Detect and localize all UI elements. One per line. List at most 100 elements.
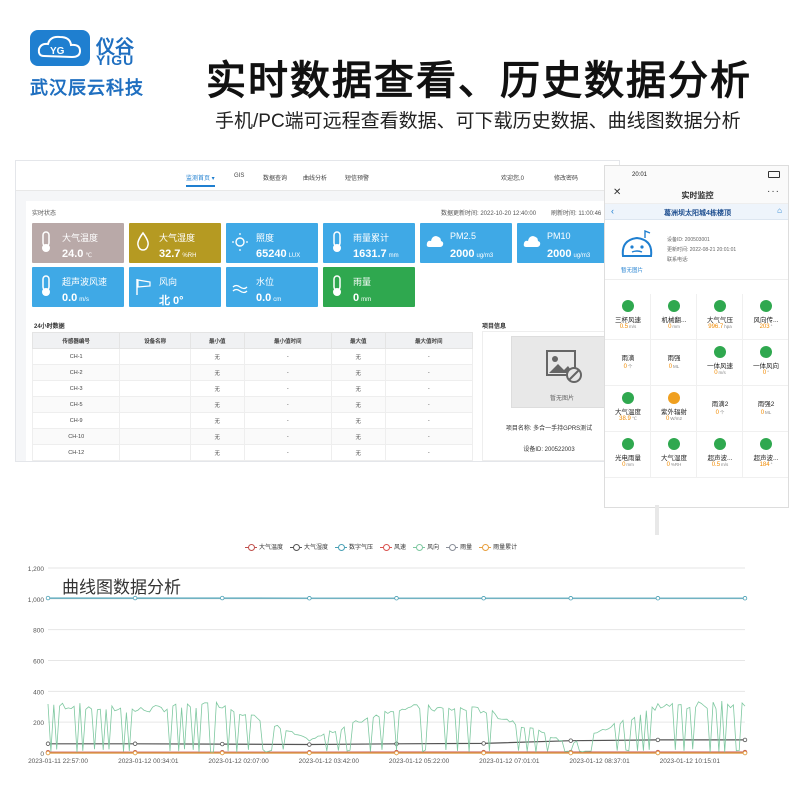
sensor-cell[interactable]: 紫外辐射 0W/m2 [651, 386, 697, 432]
series-point [394, 750, 399, 756]
cell-value: 203° [759, 324, 773, 330]
series-point [481, 596, 486, 601]
cell-name: 超声波... [753, 455, 779, 462]
sensor-tile[interactable]: 雨量 0 mm [323, 267, 415, 307]
sensor-cell[interactable]: 大气气压 996.7hpa [697, 294, 743, 340]
cell-value: 996.7hpa [708, 324, 732, 330]
phone-no-image: 暂无图片 [621, 268, 644, 274]
legend-item[interactable]: 大气湿度 [290, 542, 328, 552]
no-image-face-icon [621, 230, 653, 257]
sensor-cell[interactable]: 光电雨量 0mm [605, 432, 651, 478]
legend-item[interactable]: 雨量 [446, 542, 473, 552]
series-point [45, 750, 51, 756]
table-cell: 无 [330, 380, 386, 397]
cell-value: 0mm [668, 324, 680, 330]
nav-item-sms-alert[interactable]: 短信预警 [345, 173, 369, 182]
y-tick-label: 0 [40, 751, 44, 758]
cell-value: 0%RH [666, 462, 682, 468]
legend-item[interactable]: 数字气压 [335, 542, 373, 552]
table-cell: CH-10 [31, 428, 121, 445]
tile-value: 0.0 m/s [62, 292, 89, 304]
sensor-cell[interactable]: 三杯风速 0.5m/s [605, 294, 651, 340]
table-cell [119, 364, 191, 381]
company-name: 武汉辰云科技 [30, 78, 144, 98]
table-cell [119, 444, 191, 461]
sensor-tile[interactable]: 雨量累计 1631.7 mm [323, 223, 415, 263]
sensor-tile[interactable]: 大气温度 24.0 ℃ [32, 223, 124, 263]
sensor-tile[interactable]: 大气湿度 32.7 %RH [129, 223, 221, 263]
sensor-cell[interactable]: 雨强 0ML [651, 340, 697, 386]
tile-value: 北 0° [159, 295, 184, 307]
tile-value: 65240 LUX [256, 248, 301, 260]
series-point [655, 737, 661, 743]
sensor-icon [714, 346, 726, 358]
table-cell: CH-1 [31, 348, 121, 365]
sensor-tile[interactable]: 水位 0.0 cm [226, 267, 318, 307]
legend-item[interactable]: 风向 [413, 542, 439, 552]
phone-contact: 联系电话: [667, 257, 689, 263]
sensor-icon [668, 438, 680, 450]
sensor-tile[interactable]: 照度 65240 LUX [226, 223, 318, 263]
table-cell [119, 380, 191, 397]
legend-item[interactable]: 雨量累计 [479, 542, 518, 552]
y-tick-label: 400 [33, 689, 44, 696]
cell-name: 雨滴 [621, 355, 635, 362]
table-cell: - [384, 396, 474, 413]
table-cell: - [384, 412, 474, 429]
cell-value: 0ML [668, 364, 680, 370]
site-name: 葛洲坝太阳城4栋楼顶 [664, 210, 731, 217]
sensor-cell[interactable]: 机械翻... 0mm [651, 294, 697, 340]
tile-name: PM2.5 [450, 231, 477, 241]
sensor-tile[interactable]: 超声波风速 0.0 m/s [32, 267, 124, 307]
legend-label: 雨量 [460, 545, 473, 551]
sensor-cell[interactable]: 大气湿度 0%RH [651, 432, 697, 478]
table-cell: - [243, 412, 332, 429]
thermometer-icon [329, 231, 345, 253]
nav-item-curve-analysis[interactable]: 曲线分析 [303, 173, 327, 182]
nav-item-gis[interactable]: GIS [234, 173, 244, 179]
device-id: 设备ID: 200522003 [523, 447, 575, 453]
sensor-cell[interactable]: 风向传... 203° [743, 294, 788, 340]
table-row: CH-2 无 - 无 - [31, 364, 474, 381]
change-password-link[interactable]: 修改密码 [554, 173, 578, 182]
series-point [307, 596, 312, 601]
phone-title: 实时监控 [681, 191, 714, 200]
welcome-user[interactable]: 欢迎您,0 [501, 173, 524, 182]
cell-value: 0.5m/s [619, 324, 637, 330]
windsock-icon [135, 275, 151, 297]
sensor-cell[interactable]: 一体风向 0° [743, 340, 788, 386]
legend-item[interactable]: 风速 [380, 542, 406, 552]
sensor-tile[interactable]: 风向北 0° [129, 267, 221, 307]
phone-status-bar: 20:01 [605, 166, 788, 184]
home-icon[interactable]: ⌂ [777, 206, 782, 215]
humidity-icon [135, 231, 151, 253]
legend-swatch [380, 544, 393, 552]
no-image-placeholder: 暂无图片 [511, 336, 611, 408]
sensor-cell[interactable]: 一体风速 0m/s [697, 340, 743, 386]
sensor-icon [622, 392, 634, 404]
sensor-cell[interactable]: 雨滴2 0个 [697, 386, 743, 432]
x-tick-label: 2023-01-12 10:15:01 [660, 758, 721, 765]
sensor-cell[interactable]: 大气温度 38.9℃ [605, 386, 651, 432]
sensor-cell[interactable]: 雨滴 0个 [605, 340, 651, 386]
cell-name: 雨强 [667, 355, 681, 362]
nav-item-home[interactable]: 监测首页 ▾ [186, 173, 215, 187]
sensor-cell[interactable]: 超声波... 184° [743, 432, 788, 478]
legend-label: 雨量累计 [493, 545, 518, 551]
status-bar: 实时状态 数据更新时间: 2022-10-20 12:40:00 刷新时间: 1… [26, 201, 616, 219]
sensor-icon [714, 300, 726, 312]
table-cell: CH-5 [31, 396, 121, 413]
sensor-cell[interactable]: 雨强2 0ML [743, 386, 788, 432]
sensor-tile[interactable]: PM2.5 2000 ug/m3 [420, 223, 512, 263]
table-cell: - [384, 348, 474, 365]
legend-item[interactable]: 大气温度 [245, 542, 283, 552]
table-cell: - [243, 364, 332, 381]
more-icon[interactable]: ··· [767, 186, 780, 197]
table-cell [119, 396, 191, 413]
table-row: CH-12 无 - 无 - [31, 444, 474, 461]
table-header-cell: 最小值 [189, 332, 245, 349]
nav-item-data-query[interactable]: 数据查询 [263, 173, 287, 182]
sensor-icon [714, 438, 726, 450]
sensor-cell[interactable]: 超声波... 0.5m/s [697, 432, 743, 478]
sensor-tile[interactable]: PM10 2000 ug/m3 [517, 223, 609, 263]
